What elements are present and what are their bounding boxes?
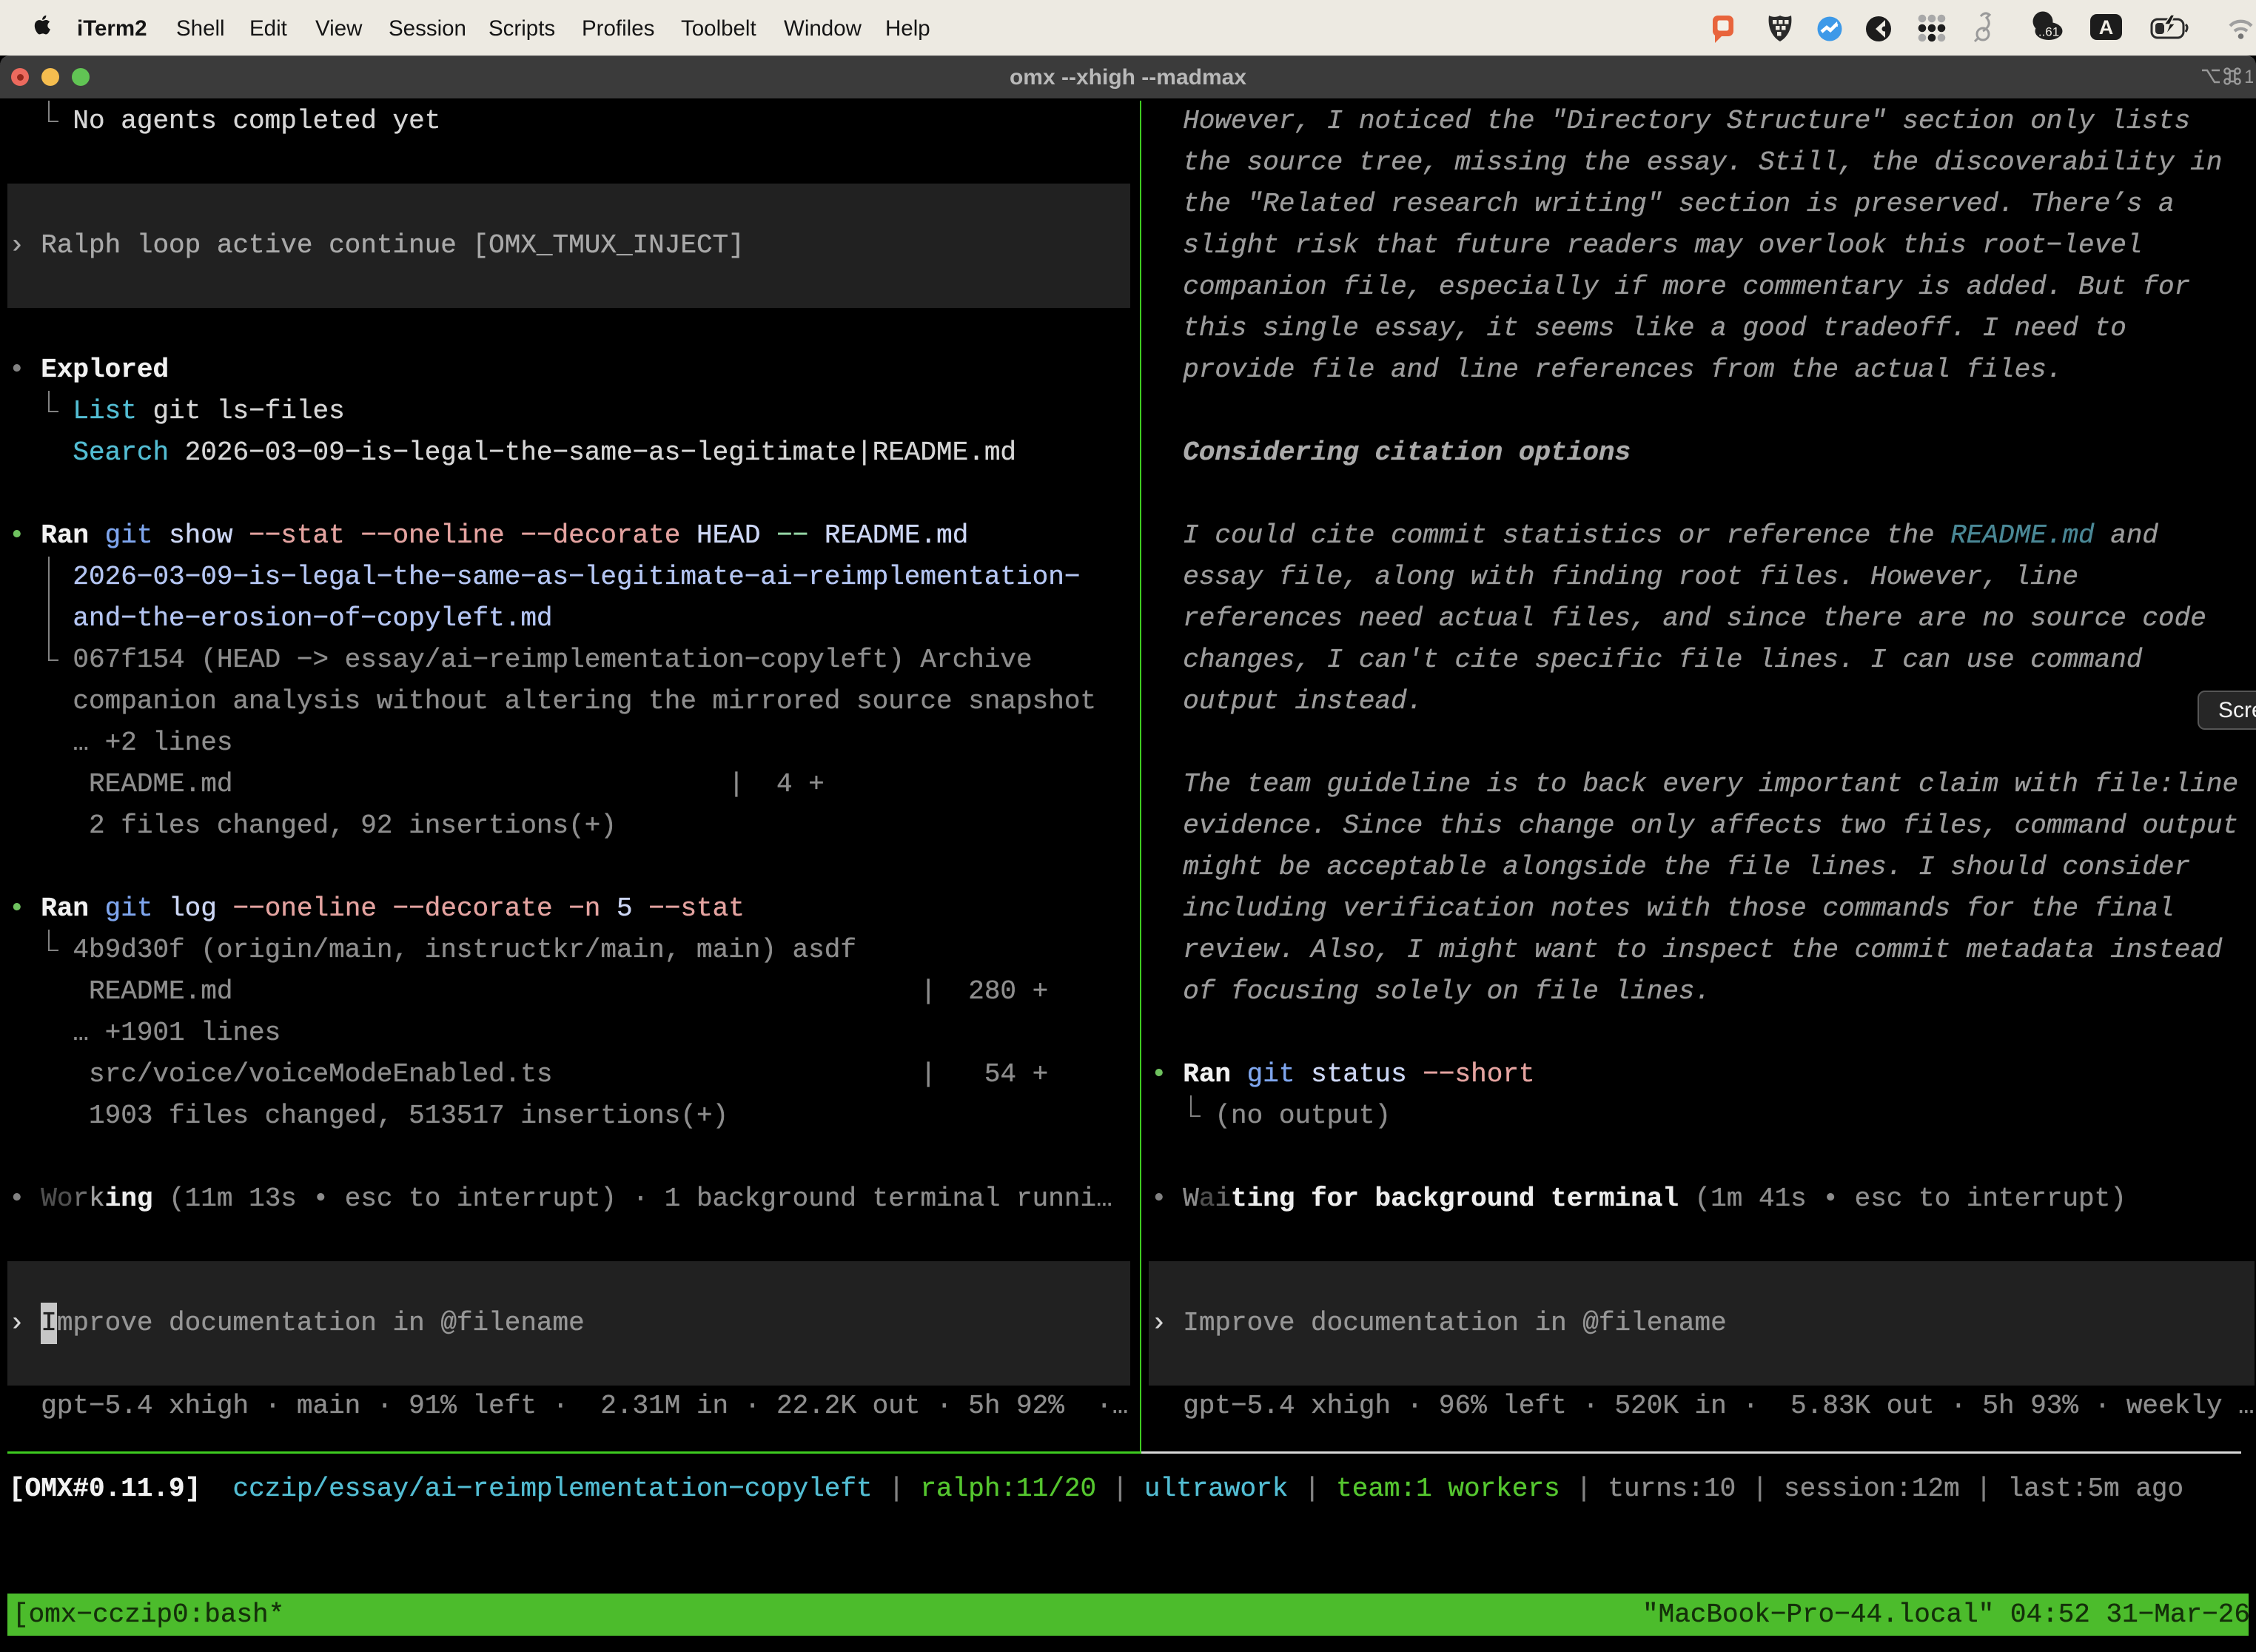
svg-text:A: A [2099,16,2114,38]
svg-text:1: 1 [2244,67,2253,86]
svg-text:..61: ..61 [2038,25,2059,39]
